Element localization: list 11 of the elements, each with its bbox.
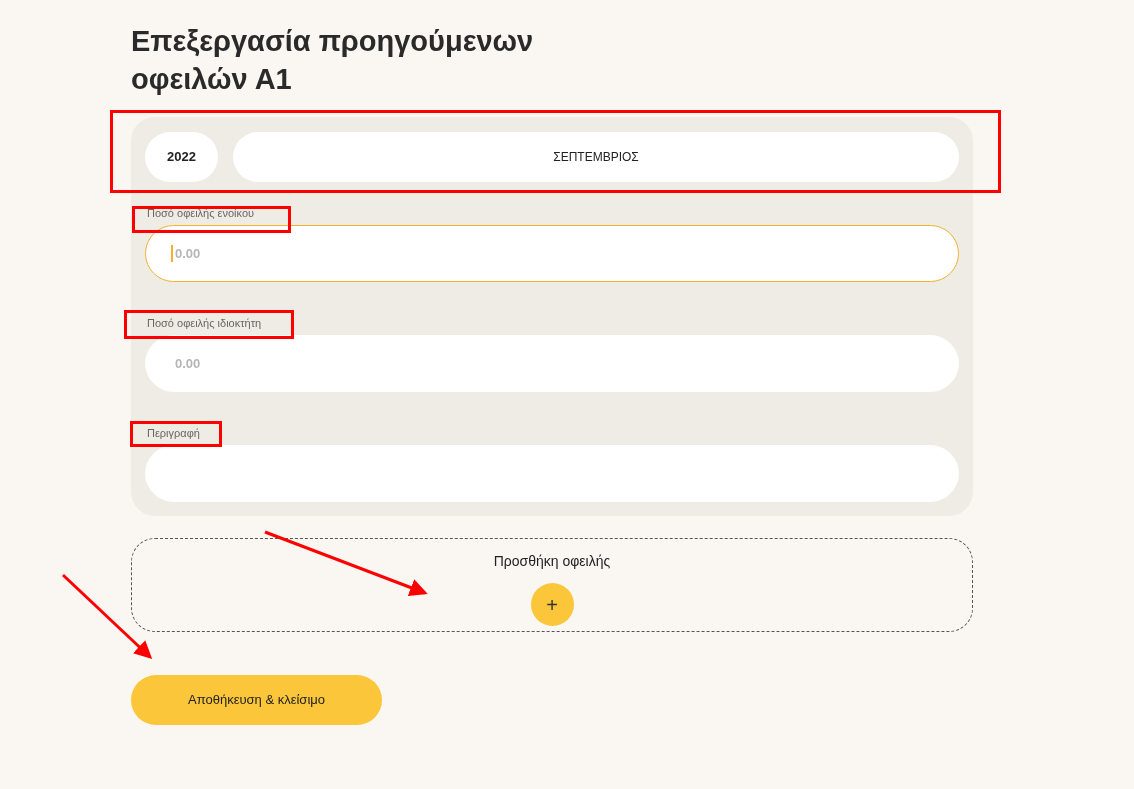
field-label: Ποσό οφειλής ενοίκου <box>147 206 256 220</box>
input-field[interactable]: 0.00 <box>145 225 959 282</box>
page-title: Επεξεργασία προηγούμενων οφειλών Α1 <box>131 24 535 97</box>
month-select[interactable]: ΣΕΠΤΕΜΒΡΙΟΣ <box>233 132 959 182</box>
field-label: Ποσό οφειλής ιδιοκτήτη <box>147 316 263 330</box>
field-label: Περιγραφή <box>147 426 201 440</box>
add-debt-button[interactable]: + <box>530 583 574 626</box>
year-select[interactable]: 2022 <box>145 132 218 182</box>
save-button[interactable]: Αποθήκευση & κλείσιμο <box>131 675 382 725</box>
add-debt-label: Προσθήκη οφειλής <box>493 552 611 571</box>
text-cursor <box>171 245 173 262</box>
